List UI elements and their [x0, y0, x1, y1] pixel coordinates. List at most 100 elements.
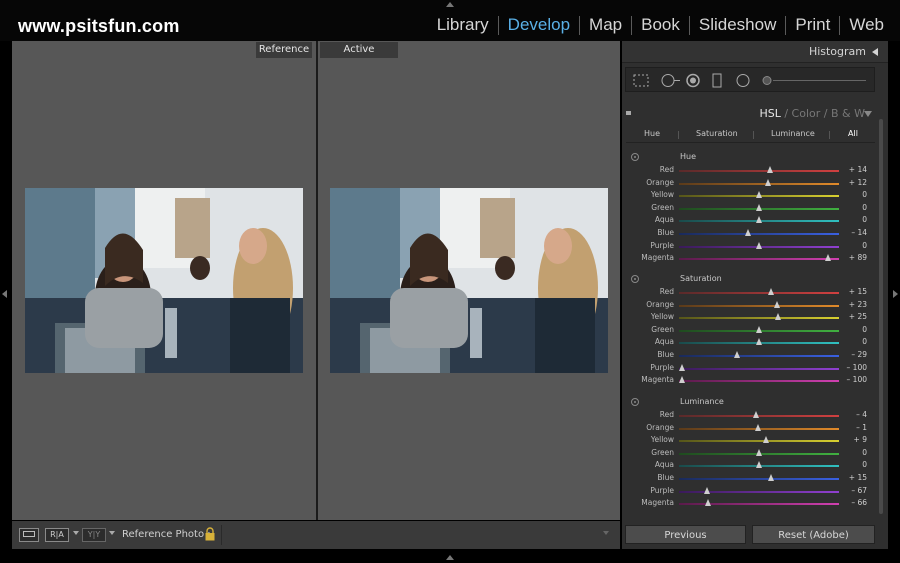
red-eye-icon[interactable] [686, 73, 700, 88]
slider-value[interactable]: 0 [842, 203, 867, 212]
slider-value[interactable]: – 4 [842, 410, 867, 419]
slider-track[interactable] [679, 355, 839, 357]
slider-track[interactable] [679, 367, 839, 370]
slider-track[interactable] [679, 233, 839, 235]
spot-removal-icon[interactable] [661, 74, 680, 87]
slider-value[interactable]: – 29 [842, 350, 867, 359]
slider-track[interactable] [679, 440, 839, 443]
slider-thumb[interactable] [755, 423, 762, 431]
hsl-panel-header[interactable]: HSL / Color / B & W [622, 105, 888, 123]
slider-track[interactable] [679, 415, 839, 417]
slider-thumb[interactable] [767, 474, 774, 481]
radial-filter-icon[interactable] [736, 74, 750, 87]
histogram-header[interactable]: Histogram [622, 41, 888, 63]
slider-thumb[interactable] [756, 191, 762, 199]
module-book[interactable]: Book [632, 15, 689, 35]
crop-tool-icon[interactable] [633, 74, 649, 87]
slider-value[interactable]: 0 [842, 241, 867, 250]
slider-track[interactable] [679, 292, 839, 294]
slider-value[interactable]: – 66 [842, 498, 867, 507]
slider-track[interactable] [679, 258, 839, 261]
reset-button[interactable]: Reset (Adobe) [752, 525, 875, 544]
slider-thumb[interactable] [765, 178, 772, 186]
color-tab[interactable]: Color [792, 107, 821, 120]
slider-thumb[interactable] [756, 203, 762, 211]
slider-value[interactable]: 0 [842, 215, 867, 224]
histogram-collapse-icon[interactable] [872, 48, 878, 56]
slider-track[interactable] [679, 182, 839, 185]
slider-thumb[interactable] [756, 461, 762, 469]
toolbar-options-icon[interactable] [603, 531, 609, 535]
module-web[interactable]: Web [840, 15, 893, 35]
slider-track[interactable] [679, 380, 839, 383]
slider-value[interactable]: – 1 [842, 423, 867, 432]
before-after-view-button[interactable]: Y|Y [82, 528, 106, 542]
slider-track[interactable] [679, 170, 839, 172]
slider-value[interactable]: + 25 [842, 312, 867, 321]
slider-track[interactable] [679, 503, 839, 506]
slider-thumb[interactable] [679, 376, 685, 384]
slider-track[interactable] [679, 478, 839, 480]
slider-thumb[interactable] [745, 229, 752, 236]
slider-value[interactable]: + 89 [842, 253, 867, 262]
bw-tab[interactable]: B & W [831, 107, 865, 120]
module-print[interactable]: Print [786, 15, 839, 35]
yy-dropdown-icon[interactable] [109, 531, 115, 535]
slider-value[interactable]: 0 [842, 460, 867, 469]
slider-thumb[interactable] [767, 288, 774, 295]
slider-thumb[interactable] [705, 499, 712, 507]
ra-dropdown-icon[interactable] [73, 531, 79, 535]
slider-value[interactable]: – 100 [842, 363, 867, 372]
slider-track[interactable] [679, 317, 839, 320]
slider-value[interactable]: + 14 [842, 165, 867, 174]
slider-value[interactable]: 0 [842, 190, 867, 199]
panel-switch-icon[interactable] [626, 111, 631, 115]
hsl-collapse-icon[interactable] [864, 111, 872, 117]
slider-value[interactable]: + 15 [842, 473, 867, 482]
slider-thumb[interactable] [679, 363, 685, 371]
module-develop[interactable]: Develop [499, 15, 579, 35]
slider-thumb[interactable] [775, 313, 782, 321]
module-map[interactable]: Map [580, 15, 631, 35]
lock-icon[interactable] [205, 527, 215, 541]
subtab-hue[interactable]: Hue [644, 129, 660, 138]
reference-photo[interactable] [25, 188, 303, 373]
active-photo[interactable] [330, 188, 608, 373]
left-panel-toggle-icon[interactable] [2, 290, 7, 298]
loupe-view-button[interactable] [19, 528, 39, 542]
subtab-luminance[interactable]: Luminance [771, 129, 815, 138]
adjustment-brush-icon[interactable] [762, 76, 866, 85]
slider-value[interactable]: + 15 [842, 287, 867, 296]
slider-thumb[interactable] [752, 411, 759, 418]
subtab-saturation[interactable]: Saturation [696, 129, 738, 138]
right-panel-toggle-icon[interactable] [893, 290, 898, 298]
slider-thumb[interactable] [756, 216, 762, 224]
targeted-adjustment-icon[interactable] [631, 275, 639, 283]
slider-value[interactable]: – 67 [842, 486, 867, 495]
slider-value[interactable]: + 23 [842, 300, 867, 309]
slider-value[interactable]: – 14 [842, 228, 867, 237]
slider-thumb[interactable] [766, 166, 773, 173]
slider-track[interactable] [679, 304, 839, 307]
slider-value[interactable]: 0 [842, 325, 867, 334]
module-slideshow[interactable]: Slideshow [690, 15, 786, 35]
slider-value[interactable]: 0 [842, 337, 867, 346]
targeted-adjustment-icon[interactable] [631, 398, 639, 406]
slider-value[interactable]: 0 [842, 448, 867, 457]
slider-thumb[interactable] [756, 448, 762, 456]
hsl-tab[interactable]: HSL [759, 107, 780, 120]
slider-thumb[interactable] [756, 338, 762, 346]
graduated-filter-icon[interactable] [712, 73, 722, 88]
top-panel-toggle-icon[interactable] [446, 2, 454, 7]
slider-value[interactable]: + 12 [842, 178, 867, 187]
slider-thumb[interactable] [824, 254, 831, 262]
slider-thumb[interactable] [756, 241, 762, 249]
filmstrip-toggle-icon[interactable] [446, 555, 454, 560]
panel-scrollbar[interactable] [879, 119, 883, 514]
previous-button[interactable]: Previous [625, 525, 746, 544]
slider-thumb[interactable] [762, 436, 769, 444]
slider-thumb[interactable] [756, 325, 762, 333]
slider-value[interactable]: + 9 [842, 435, 867, 444]
slider-value[interactable]: – 100 [842, 375, 867, 384]
slider-thumb[interactable] [704, 486, 711, 494]
